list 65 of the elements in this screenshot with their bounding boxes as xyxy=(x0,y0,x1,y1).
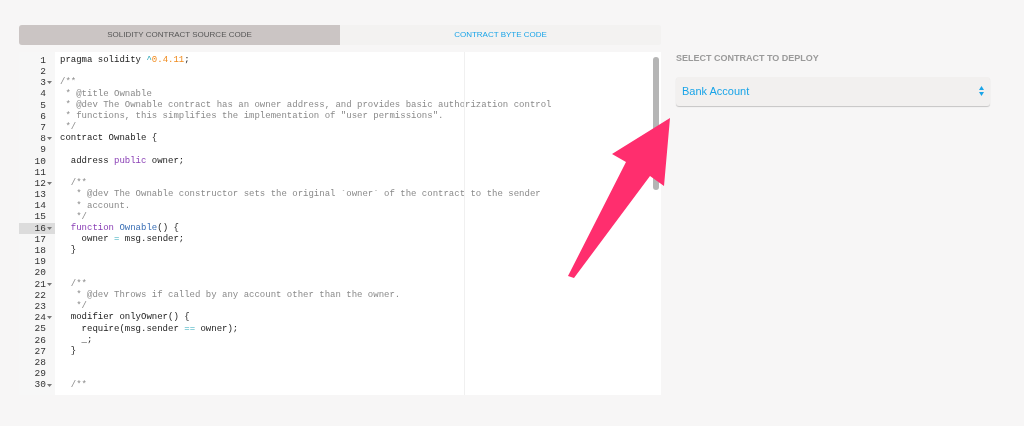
code-line: */ xyxy=(75,302,87,312)
code-line: /** xyxy=(60,78,77,88)
line-number: 15 xyxy=(34,212,46,222)
line-number: 12 xyxy=(34,178,46,189)
code-editor[interactable] xyxy=(19,52,661,395)
code-line: * @dev The Ownable contract has an owner address, and provides basic authorization control xyxy=(64,100,552,110)
code-line: * @dev Throws if called by any account other than the owner. xyxy=(75,291,401,301)
code-line: /** xyxy=(69,279,87,289)
line-number: 10 xyxy=(34,156,46,167)
line-number: 29 xyxy=(34,369,46,379)
line-number: 27 xyxy=(34,346,46,357)
line-number: 21 xyxy=(34,279,46,290)
line-number: 18 xyxy=(34,246,46,256)
tab[interactable]: SOLIDITY CONTRACT SOURCE CODE xyxy=(19,25,340,45)
line-number: 8 xyxy=(40,134,46,144)
line-number: 13 xyxy=(34,190,46,200)
code-line: address public owner; xyxy=(69,156,185,166)
line-number: 5 xyxy=(40,100,46,111)
fold-caret-icon[interactable] xyxy=(47,226,52,230)
fold-caret-icon[interactable] xyxy=(47,81,52,85)
code-line: /** xyxy=(69,380,87,390)
line-number: 17 xyxy=(34,234,46,245)
line-number: 28 xyxy=(34,357,46,368)
code-line: _; xyxy=(80,335,93,345)
line-number: 20 xyxy=(34,268,46,278)
code-line: */ xyxy=(75,212,87,222)
code-line: * @title Ownable xyxy=(64,89,152,99)
updown-caret-icon xyxy=(979,86,984,96)
line-number: 1 xyxy=(40,55,46,66)
contract-select[interactable]: Bank Account xyxy=(676,76,990,106)
line-number: 9 xyxy=(40,145,46,155)
code-line: */ xyxy=(64,123,77,133)
code-line: owner = msg.sender; xyxy=(80,235,185,245)
fold-caret-icon[interactable] xyxy=(47,316,52,320)
code-line: * functions, this simplifies the implementation of "user permissions". xyxy=(64,112,444,122)
line-number: 23 xyxy=(34,301,46,312)
fold-caret-icon[interactable] xyxy=(47,182,52,186)
code-line: } xyxy=(69,346,77,356)
code-line: * account. xyxy=(75,201,131,211)
code-line: } xyxy=(69,246,77,256)
line-number: 2 xyxy=(40,67,46,77)
line-number: 25 xyxy=(34,324,46,334)
line-number: 16 xyxy=(34,223,46,234)
line-number: 26 xyxy=(34,335,46,346)
fold-caret-icon[interactable] xyxy=(47,383,52,387)
line-number: 7 xyxy=(40,122,46,133)
line-number: 30 xyxy=(34,380,46,390)
line-number: 3 xyxy=(40,78,46,88)
line-number: 24 xyxy=(34,313,46,323)
fold-caret-icon[interactable] xyxy=(47,282,52,286)
code-line: contract Ownable { xyxy=(60,134,158,144)
line-number: 4 xyxy=(40,89,46,99)
line-number: 11 xyxy=(34,167,46,178)
code-line: pragma solidity ^0.4.11; xyxy=(60,56,190,66)
code-line: /** xyxy=(69,179,87,189)
fold-caret-icon[interactable] xyxy=(47,137,52,141)
line-number: 6 xyxy=(40,111,46,122)
section-label: SELECT CONTRACT TO DEPLOY xyxy=(676,52,820,65)
code-line: function Ownable() { xyxy=(69,223,179,233)
code-line: require(msg.sender == owner); xyxy=(80,324,239,334)
line-number: 19 xyxy=(34,257,46,267)
line-number: 22 xyxy=(34,290,46,301)
code-line: * @dev The Ownable constructor sets the original `owner` of the contract to the sender xyxy=(75,190,541,200)
line-number: 14 xyxy=(34,201,46,211)
code-line: modifier onlyOwner() { xyxy=(69,313,190,323)
